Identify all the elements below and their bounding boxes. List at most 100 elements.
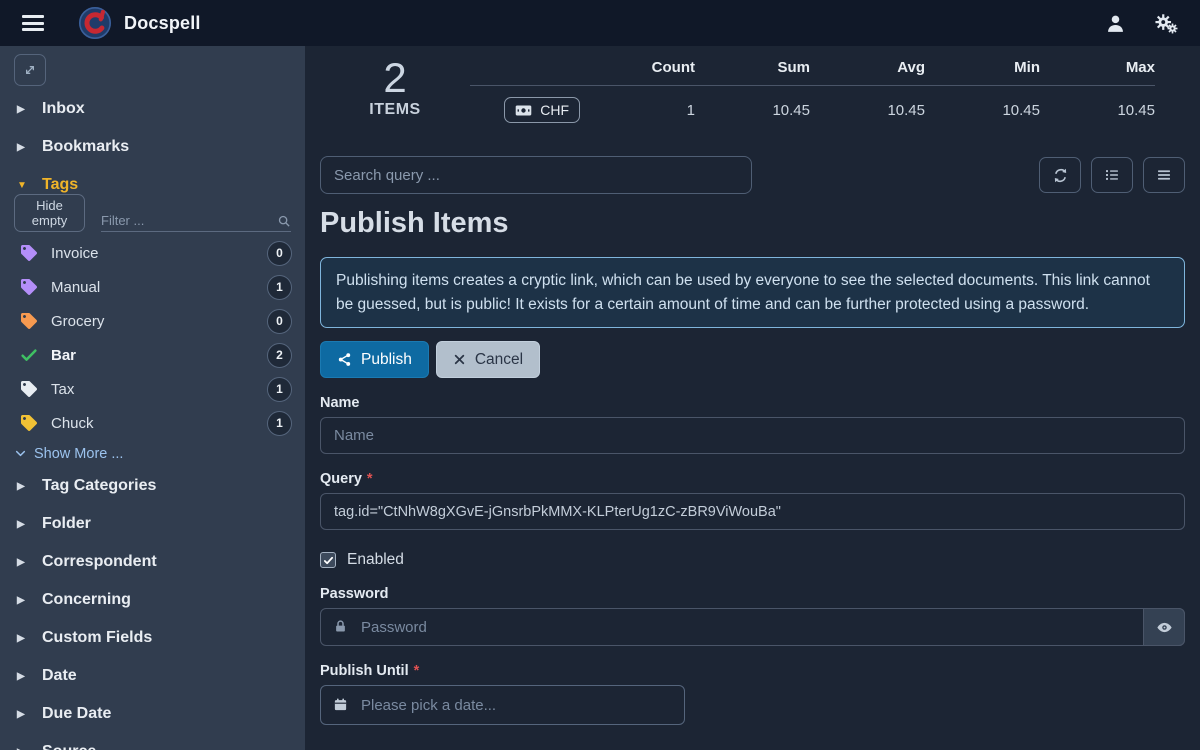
tag-row-grocery[interactable]: Grocery 0 [0, 304, 305, 338]
tag-icon [20, 245, 38, 261]
table-row: CHF 1 10.45 10.45 10.45 10.45 [470, 86, 1155, 123]
hide-empty-button[interactable]: Hide empty [14, 194, 85, 232]
expand-icon [22, 62, 38, 78]
sidebar: ▶ Inbox ▶ Bookmarks ▼ Tags Hide empty In… [0, 46, 305, 750]
caret-right-icon: ▶ [17, 557, 28, 568]
sidebar-item-date[interactable]: ▶ Date [0, 657, 305, 695]
stats-table: Count Sum Avg Min Max CHF [470, 46, 1185, 146]
search-toolbar [320, 156, 1185, 194]
toggle-password-visibility-button[interactable] [1143, 608, 1185, 646]
page-title: Publish Items [320, 207, 1185, 240]
menu-view-button[interactable] [1143, 157, 1185, 193]
stat-sum: 10.45 [695, 102, 810, 119]
docspell-logo-icon [78, 6, 112, 40]
tag-icon [20, 313, 38, 329]
lock-icon [333, 619, 348, 634]
app-title: Docspell [124, 13, 201, 34]
sidebar-item-source[interactable]: ▶ Source [0, 733, 305, 750]
sidebar-item-correspondent[interactable]: ▶ Correspondent [0, 543, 305, 581]
enabled-label: Enabled [347, 551, 404, 569]
refresh-icon [1052, 167, 1069, 184]
show-more-link[interactable]: Show More ... [0, 440, 305, 467]
tag-filter [101, 213, 291, 232]
caret-right-icon: ▶ [17, 519, 28, 530]
enabled-checkbox[interactable] [320, 552, 336, 568]
share-icon [337, 352, 352, 367]
check-icon [323, 555, 334, 566]
required-marker: * [414, 663, 420, 679]
stat-min: 10.45 [925, 102, 1040, 119]
list-icon [1104, 167, 1120, 183]
caret-right-icon: ▶ [17, 142, 28, 153]
search-input[interactable] [320, 156, 752, 194]
user-icon[interactable] [1105, 13, 1126, 34]
tag-count-badge: 2 [267, 343, 292, 368]
stats-summary: 2 ITEMS Count Sum Avg Min Max [320, 46, 1185, 146]
tag-controls: Hide empty [0, 204, 305, 236]
column-header: Min [925, 59, 1040, 76]
list-view-button[interactable] [1091, 157, 1133, 193]
menu-icon[interactable] [22, 15, 44, 31]
password-input[interactable] [320, 608, 1185, 646]
sidebar-item-custom-fields[interactable]: ▶ Custom Fields [0, 619, 305, 657]
tag-row-chuck[interactable]: Chuck 1 [0, 406, 305, 440]
tag-row-manual[interactable]: Manual 1 [0, 270, 305, 304]
stat-count: 1 [580, 102, 695, 119]
tag-count-badge: 0 [267, 241, 292, 266]
caret-right-icon: ▶ [17, 709, 28, 720]
sidebar-item-tag-categories[interactable]: ▶ Tag Categories [0, 467, 305, 505]
tag-row-tax[interactable]: Tax 1 [0, 372, 305, 406]
sidebar-item-concerning[interactable]: ▶ Concerning [0, 581, 305, 619]
sidebar-item-due-date[interactable]: ▶ Due Date [0, 695, 305, 733]
caret-right-icon: ▶ [17, 671, 28, 682]
tag-icon [20, 381, 38, 397]
tag-count-badge: 1 [267, 275, 292, 300]
tag-filter-input[interactable] [101, 213, 277, 228]
caret-right-icon: ▶ [17, 633, 28, 644]
main-content: 2 ITEMS Count Sum Avg Min Max [305, 46, 1200, 750]
cancel-button[interactable]: Cancel [436, 341, 540, 378]
gears-icon[interactable] [1154, 12, 1178, 34]
bars-icon [1156, 167, 1172, 183]
name-label: Name [320, 395, 1185, 411]
password-label: Password [320, 586, 1185, 602]
required-marker: * [367, 471, 373, 487]
eye-icon [1156, 619, 1173, 636]
currency-badge: CHF [504, 97, 580, 123]
items-count: 2 ITEMS [320, 46, 470, 146]
close-icon [453, 353, 466, 366]
tag-row-bar[interactable]: Bar 2 [0, 338, 305, 372]
tag-count-badge: 1 [267, 411, 292, 436]
column-header: Max [1040, 59, 1155, 76]
stat-max: 10.45 [1040, 102, 1155, 119]
calendar-icon [333, 697, 348, 712]
check-icon [20, 346, 38, 364]
query-input[interactable] [320, 493, 1185, 530]
publish-until-label: Publish Until* [320, 663, 1185, 679]
tag-icon [20, 415, 38, 431]
items-count-label: ITEMS [320, 101, 470, 119]
items-count-value: 2 [320, 55, 470, 101]
caret-right-icon: ▶ [17, 481, 28, 492]
chevron-down-icon [14, 447, 27, 460]
money-bill-icon [515, 104, 532, 117]
refresh-button[interactable] [1039, 157, 1081, 193]
caret-right-icon: ▶ [17, 595, 28, 606]
publish-button[interactable]: Publish [320, 341, 429, 378]
caret-right-icon: ▶ [17, 104, 28, 115]
caret-down-icon: ▼ [17, 180, 28, 191]
stat-avg: 10.45 [810, 102, 925, 119]
publish-info-message: Publishing items creates a cryptic link,… [320, 257, 1185, 328]
name-input[interactable] [320, 417, 1185, 454]
column-header: Sum [695, 59, 810, 76]
tag-count-badge: 0 [267, 309, 292, 334]
collapse-sidebar-button[interactable] [14, 54, 46, 86]
sidebar-item-folder[interactable]: ▶ Folder [0, 505, 305, 543]
query-label: Query* [320, 471, 1185, 487]
caret-right-icon: ▶ [17, 747, 28, 750]
top-bar: Docspell [0, 0, 1200, 46]
sidebar-item-bookmarks[interactable]: ▶ Bookmarks [0, 128, 305, 166]
sidebar-item-inbox[interactable]: ▶ Inbox [0, 90, 305, 128]
tag-row-invoice[interactable]: Invoice 0 [0, 236, 305, 270]
publish-until-input[interactable] [320, 685, 685, 725]
